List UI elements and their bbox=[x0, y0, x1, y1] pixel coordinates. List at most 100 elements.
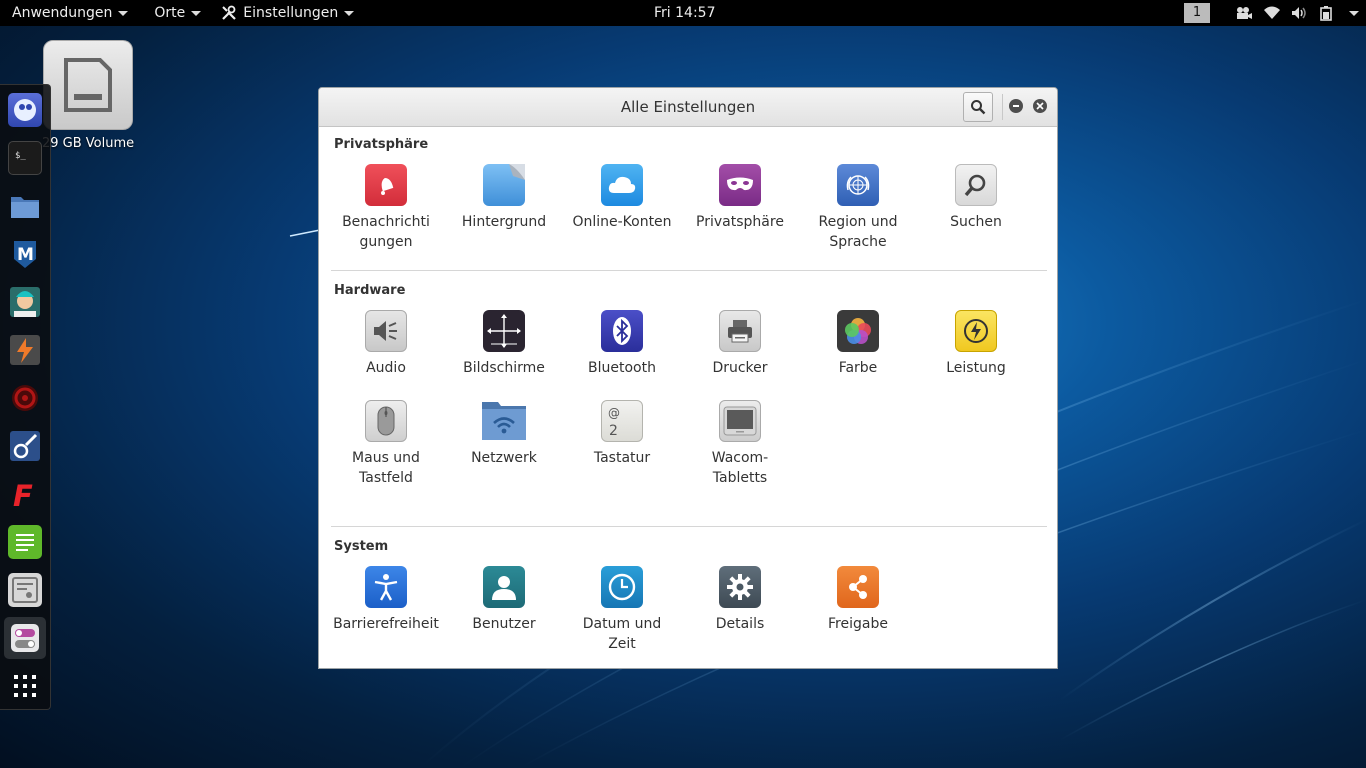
settings-item-background[interactable]: Hintergrund bbox=[445, 164, 563, 232]
applications-menu[interactable]: Anwendungen bbox=[0, 0, 129, 26]
cherrytree-icon[interactable] bbox=[8, 573, 42, 607]
settings-item-keyboard[interactable]: @2 Tastatur bbox=[563, 400, 681, 468]
dash: $_ M F bbox=[0, 84, 51, 710]
minimize-button[interactable] bbox=[1009, 99, 1023, 113]
settings-item-sharing[interactable]: Freigabe bbox=[799, 566, 917, 634]
online-accounts-icon bbox=[601, 164, 643, 206]
chevron-down-icon bbox=[344, 10, 355, 16]
places-menu[interactable]: Orte bbox=[128, 0, 202, 26]
sharing-icon bbox=[837, 566, 879, 608]
armitage-icon[interactable] bbox=[8, 285, 42, 319]
files-icon[interactable] bbox=[8, 189, 42, 223]
bluetooth-icon bbox=[601, 310, 643, 352]
notifications-icon bbox=[365, 164, 407, 206]
accessibility-icon bbox=[365, 566, 407, 608]
show-apps-icon[interactable] bbox=[8, 669, 42, 703]
applications-label: Anwendungen bbox=[12, 5, 113, 21]
item-label: Wacom- bbox=[711, 450, 769, 466]
section-divider bbox=[331, 526, 1047, 527]
clock[interactable]: Fri 14:57 bbox=[654, 0, 715, 26]
burpsuite-icon[interactable] bbox=[8, 333, 42, 367]
chevron-down-icon bbox=[118, 10, 129, 16]
system-menu-chevron-icon[interactable] bbox=[1342, 0, 1366, 26]
fern-icon[interactable]: F bbox=[8, 477, 42, 513]
settings-item-audio[interactable]: Audio bbox=[327, 310, 445, 378]
settings-item-color[interactable]: Farbe bbox=[799, 310, 917, 378]
privacy-icon bbox=[719, 164, 761, 206]
svg-text:M: M bbox=[17, 245, 34, 265]
desktop-volume[interactable]: 29 GB Volume bbox=[42, 40, 134, 151]
settings-item-notifications[interactable]: Benachrichti gungen bbox=[327, 164, 445, 252]
search-button[interactable] bbox=[963, 92, 993, 122]
item-label-line2: gungen bbox=[359, 234, 413, 250]
workspace-indicator[interactable]: 1 bbox=[1184, 3, 1210, 23]
section-divider bbox=[331, 270, 1047, 271]
users-icon bbox=[483, 566, 525, 608]
settings-item-printer[interactable]: Drucker bbox=[681, 310, 799, 378]
top-panel: Anwendungen Orte Einstellungen Fri 14:57… bbox=[0, 0, 1366, 26]
background-icon bbox=[483, 164, 525, 206]
settings-item-privacy[interactable]: Privatsphäre bbox=[681, 164, 799, 232]
settings-window: Alle Einstellungen Privatsphäre Benachri… bbox=[318, 87, 1058, 669]
item-label: Audio bbox=[366, 360, 406, 376]
system-tray[interactable]: 1 bbox=[1184, 0, 1366, 26]
settings-item-network[interactable]: Netzwerk bbox=[445, 400, 563, 468]
chevron-down-icon bbox=[191, 10, 202, 16]
settings-item-online-accounts[interactable]: Online-Konten bbox=[563, 164, 681, 232]
section-title-system: System bbox=[334, 539, 389, 554]
section-title-hardware: Hardware bbox=[334, 283, 406, 298]
window-titlebar[interactable]: Alle Einstellungen bbox=[319, 88, 1057, 127]
settings-item-mouse[interactable]: Maus und Tastfeld bbox=[327, 400, 445, 488]
audio-icon bbox=[365, 310, 407, 352]
settings-item-details[interactable]: Details bbox=[681, 566, 799, 634]
item-label: Privatsphäre bbox=[696, 214, 784, 230]
item-label-line2: Sprache bbox=[829, 234, 887, 250]
item-label: Details bbox=[715, 616, 765, 632]
item-label: Tastatur bbox=[593, 450, 651, 466]
item-label: Bildschirme bbox=[463, 360, 545, 376]
places-label: Orte bbox=[154, 5, 186, 21]
settings-item-datetime[interactable]: Datum und Zeit bbox=[563, 566, 681, 654]
terminal-icon[interactable]: $_ bbox=[8, 141, 42, 175]
metasploit-icon[interactable]: M bbox=[8, 237, 42, 271]
item-label: Freigabe bbox=[828, 616, 888, 632]
leafpad-icon[interactable] bbox=[8, 525, 42, 559]
color-icon bbox=[837, 310, 879, 352]
settings-item-bluetooth[interactable]: Bluetooth bbox=[563, 310, 681, 378]
faraday-icon[interactable] bbox=[8, 381, 42, 415]
wifi-icon[interactable] bbox=[1258, 0, 1286, 26]
displays-icon bbox=[483, 310, 525, 352]
settings-app-icon[interactable] bbox=[4, 617, 46, 659]
volume-icon[interactable] bbox=[1286, 0, 1314, 26]
item-label: Hintergrund bbox=[461, 214, 547, 230]
settings-item-wacom[interactable]: Wacom- Tabletts bbox=[681, 400, 799, 488]
browser-icon[interactable] bbox=[8, 93, 42, 127]
close-button[interactable] bbox=[1033, 99, 1047, 113]
power-icon bbox=[955, 310, 997, 352]
video-camera-icon[interactable] bbox=[1230, 0, 1258, 26]
svg-text:@: @ bbox=[608, 406, 620, 420]
keyboard-icon: @2 bbox=[601, 400, 643, 442]
settings-item-accessibility[interactable]: Barrierefreiheit bbox=[327, 566, 445, 634]
item-label-line2: Zeit bbox=[608, 636, 636, 652]
titlebar-separator bbox=[1002, 94, 1003, 120]
settings-item-search[interactable]: Suchen bbox=[917, 164, 1035, 232]
svg-text:$_: $_ bbox=[15, 151, 26, 161]
section-title-privacy: Privatsphäre bbox=[334, 137, 429, 152]
tools-icon bbox=[222, 5, 237, 20]
settings-item-users[interactable]: Benutzer bbox=[445, 566, 563, 634]
item-label: Region und bbox=[818, 214, 898, 230]
settings-app-menu[interactable]: Einstellungen bbox=[201, 0, 355, 26]
close-icon bbox=[1036, 102, 1044, 110]
item-label-line2: Tastfeld bbox=[359, 470, 413, 486]
search-icon bbox=[955, 164, 997, 206]
printer-icon bbox=[719, 310, 761, 352]
maltego-icon[interactable] bbox=[8, 429, 42, 463]
battery-icon[interactable] bbox=[1314, 0, 1342, 26]
settings-item-displays[interactable]: Bildschirme bbox=[445, 310, 563, 378]
settings-item-power[interactable]: Leistung bbox=[917, 310, 1035, 378]
item-label: Barrierefreiheit bbox=[333, 616, 439, 632]
settings-item-region[interactable]: Region und Sprache bbox=[799, 164, 917, 252]
desktop-volume-label: 29 GB Volume bbox=[42, 136, 135, 151]
item-label: Maus und bbox=[352, 450, 420, 466]
